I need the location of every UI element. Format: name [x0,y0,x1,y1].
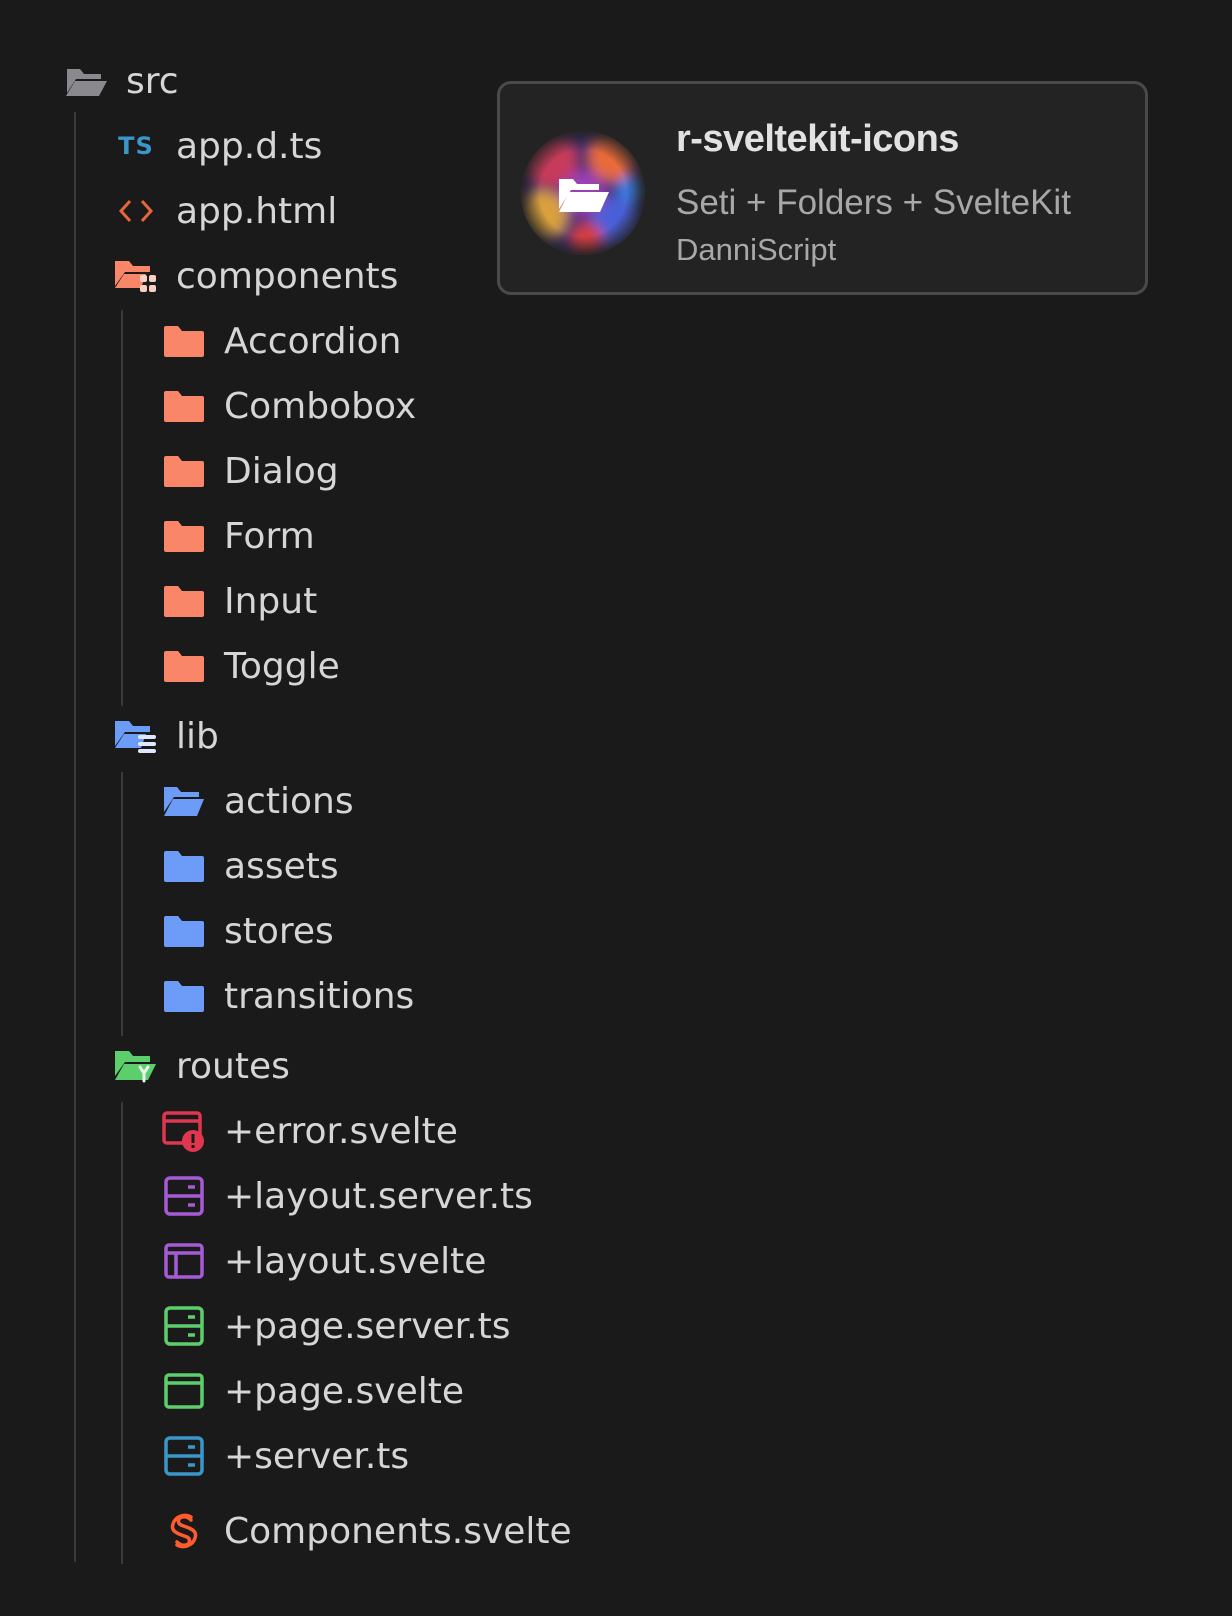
extension-description: Seti + Folders + SvelteKit [676,183,1071,222]
tree-item-app-html[interactable]: app.html [114,181,337,241]
extension-author: DanniScript [676,232,837,267]
folder-open-icon [64,59,108,103]
routes-folder-icon [114,1044,158,1088]
tree-item-combobox[interactable]: Combobox [162,376,416,436]
tree-item-components-svelte[interactable]: Components.svelte [162,1501,572,1561]
extension-logo [521,131,645,255]
tree-item-label: Input [224,580,318,622]
tree-item-label: Form [224,515,315,557]
tree-item-label: Components.svelte [224,1510,572,1552]
html-code-icon [114,189,158,233]
typescript-icon: TS [118,132,154,160]
folder-icon [162,514,206,558]
folder-open-icon [162,779,206,823]
tree-item-label: stores [224,910,334,952]
tree-item-page-svelte[interactable]: +page.svelte [162,1361,464,1421]
layout-server-icon [162,1174,206,1218]
tree-item-label: Combobox [224,385,417,427]
components-folder-icon [114,254,158,298]
svelte-icon [162,1509,206,1553]
tree-item-layout-server-ts[interactable]: +layout.server.ts [162,1166,533,1226]
extension-name: r-sveltekit-icons [676,118,959,160]
folder-icon [162,579,206,623]
tree-item-error-svelte[interactable]: +error.svelte [162,1101,458,1161]
folder-icon [162,384,206,428]
indent-guide-src [74,112,76,1562]
indent-guide-components [121,310,123,706]
tree-item-label: transitions [224,975,415,1017]
lib-folder-icon [114,714,158,758]
tree-item-label: actions [224,780,354,822]
tree-item-label: components [176,255,399,297]
tree-item-input[interactable]: Input [162,571,317,631]
tree-item-label: Accordion [224,320,402,362]
tree-item-page-server-ts[interactable]: +page.server.ts [162,1296,511,1356]
tree-item-components[interactable]: components [114,246,398,306]
extension-card[interactable]: r-sveltekit-icons Seti + Folders + Svelt… [497,81,1148,295]
server-icon [162,1434,206,1478]
tree-item-toggle[interactable]: Toggle [162,636,340,696]
tree-item-server-ts[interactable]: +server.ts [162,1426,409,1486]
tree-item-label: Dialog [224,450,339,492]
tree-item-src[interactable]: src [64,51,179,111]
tree-item-label: +layout.server.ts [224,1175,533,1217]
tree-item-layout-svelte[interactable]: +layout.svelte [162,1231,486,1291]
tree-item-actions[interactable]: actions [162,771,354,831]
tree-item-label: routes [176,1045,290,1087]
tree-item-label: +error.svelte [224,1110,458,1152]
tree-item-label: +layout.svelte [224,1240,487,1282]
tree-item-stores[interactable]: stores [162,901,334,961]
tree-item-lib[interactable]: lib [114,706,219,766]
tree-item-dialog[interactable]: Dialog [162,441,339,501]
indent-guide-routes [121,1102,123,1564]
tree-item-label: lib [176,715,219,757]
folder-icon [162,644,206,688]
tree-item-label: +page.svelte [224,1370,464,1412]
tree-item-label: +page.server.ts [224,1305,511,1347]
folder-icon [162,319,206,363]
tree-item-label: Toggle [224,645,340,687]
tree-item-label: +server.ts [224,1435,410,1477]
indent-guide-lib [121,772,123,1036]
tree-item-routes[interactable]: routes [114,1036,290,1096]
tree-item-accordion[interactable]: Accordion [162,311,401,371]
layout-icon [162,1239,206,1283]
tree-item-app-d-ts[interactable]: TS app.d.ts [114,116,322,176]
tree-item-label: assets [224,845,339,887]
folder-icon [162,974,206,1018]
folder-icon [162,909,206,953]
tree-item-label: app.d.ts [176,125,323,167]
tree-item-assets[interactable]: assets [162,836,339,896]
error-page-icon [162,1109,206,1153]
tree-item-label: app.html [176,190,338,232]
tree-item-transitions[interactable]: transitions [162,966,414,1026]
page-server-icon [162,1304,206,1348]
folder-icon [162,844,206,888]
tree-item-form[interactable]: Form [162,506,315,566]
tree-item-label: src [126,60,179,102]
page-icon [162,1369,206,1413]
folder-icon [162,449,206,493]
